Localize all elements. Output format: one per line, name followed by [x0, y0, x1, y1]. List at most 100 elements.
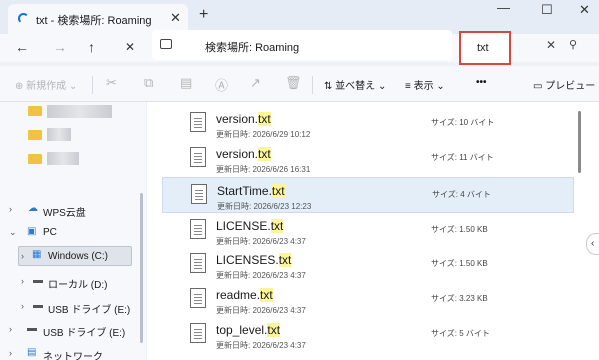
file-row[interactable]: top_level.txt 更新日時: 2026/6/23 4:37 サイズ: … [162, 317, 574, 353]
cloud-icon: ☁ [28, 203, 38, 214]
address-bar[interactable]: 検索場所: Roaming [152, 30, 452, 60]
file-size: サイズ: 1.50 KB [431, 259, 488, 268]
drive-icon: ▬ [33, 275, 43, 286]
sidebar-item-usb-e[interactable]: USB ドライブ (E:) [48, 301, 130, 316]
cut-icon[interactable]: ✂ [106, 75, 117, 91]
windows-drive-icon: ▦ [32, 249, 42, 260]
new-button-label: 新規作成 [26, 81, 67, 92]
tab-close-icon[interactable]: ✕ [170, 10, 181, 26]
sidebar-item-windows-c[interactable]: Windows (C:) [48, 251, 108, 262]
search-match-highlight: txt [278, 253, 292, 267]
minimize-button[interactable]: — [497, 0, 510, 15]
folder-icon [28, 130, 42, 140]
folder-icon [28, 154, 42, 164]
search-match-highlight: txt [271, 184, 285, 198]
file-modified-date: 更新日時: 2026/6/23 4:37 [216, 341, 306, 350]
sidebar-item-usb-e-root[interactable]: USB ドライブ (E:) [43, 324, 125, 339]
sidebar-item-local-d[interactable]: ローカル (D:) [48, 276, 107, 291]
rename-icon[interactable]: Ⓐ [215, 75, 228, 94]
expand-chevron-icon[interactable]: › [21, 276, 24, 286]
file-modified-date: 更新日時: 2026/6/23 12:23 [217, 202, 312, 211]
sort-button[interactable]: ⇅ 並べ替え ⌄ [324, 77, 386, 92]
address-text: 検索場所: Roaming [205, 42, 300, 54]
expand-chevron-icon[interactable]: › [9, 348, 12, 358]
copy-icon[interactable]: ⧉ [144, 75, 153, 91]
search-match-highlight: txt [258, 147, 271, 161]
text-file-icon [191, 184, 207, 204]
preview-button[interactable]: ▭ プレビュー [533, 77, 595, 92]
file-modified-date: 更新日時: 2026/6/23 4:37 [216, 306, 306, 315]
redacted-folder-name[interactable] [47, 152, 79, 165]
sidebar-item-network[interactable]: ネットワーク [43, 348, 103, 360]
maximize-button[interactable]: ☐ [541, 2, 553, 18]
redacted-folder-name[interactable] [47, 105, 112, 118]
redacted-folder-name[interactable] [47, 128, 71, 141]
file-size: サイズ: 5 バイト [431, 329, 490, 338]
tab-bar: txt - 検索場所: Roaming ✕ + — ☐ ✕ [0, 0, 599, 34]
text-file-icon [190, 253, 206, 273]
window-close-button[interactable]: ✕ [579, 2, 590, 18]
text-file-icon [190, 219, 206, 239]
file-size: サイズ: 10 バイト [431, 118, 495, 127]
file-row[interactable]: version.txt 更新日時: 2026/6/29 10:12 サイズ: 1… [162, 106, 574, 142]
forward-button[interactable]: → [53, 39, 67, 55]
text-file-icon [190, 112, 206, 132]
file-name: readme.txt [216, 288, 273, 302]
view-button[interactable]: ≡ 表示 ⌄ [405, 77, 445, 92]
search-match-highlight: txt [267, 323, 281, 337]
expand-chevron-icon[interactable]: › [21, 301, 24, 311]
nav-scrollbar[interactable] [140, 193, 143, 343]
paste-icon[interactable]: ▤ [180, 75, 192, 91]
file-size: サイズ: 11 バイト [431, 153, 494, 162]
file-row[interactable]: readme.txt 更新日時: 2026/6/23 4:37 サイズ: 3.2… [162, 282, 574, 318]
share-icon[interactable]: ↗ [250, 75, 261, 91]
file-list-scrollbar[interactable] [578, 111, 581, 173]
search-input-value: txt [477, 42, 489, 54]
file-name: version.txt [216, 112, 271, 126]
folder-icon [28, 106, 42, 116]
text-file-icon [190, 288, 206, 308]
search-match-highlight: txt [258, 112, 271, 126]
sidebar-item-pc[interactable]: PC [43, 227, 57, 238]
expand-chevron-icon[interactable]: › [9, 204, 12, 214]
back-button[interactable]: ← [15, 39, 29, 55]
file-name: top_level.txt [216, 323, 281, 337]
text-file-icon [190, 147, 206, 167]
search-match-highlight: txt [260, 288, 273, 302]
collapse-chevron-icon[interactable]: ⌄ [9, 227, 17, 238]
pc-icon [160, 39, 172, 49]
file-explorer-window: txt - 検索場所: Roaming ✕ + — ☐ ✕ ← → ↑ ✕ 検索… [0, 0, 599, 360]
tab-title: txt - 検索場所: Roaming [36, 15, 152, 27]
navigation-pane: › ☁ WPS云盘 ⌄ ▣ PC › ▦ Windows (C:) › ▬ ロー… [0, 102, 146, 360]
sort-button-label: 並べ替え [335, 81, 376, 92]
network-icon: ▤ [27, 347, 37, 358]
file-name: StartTime.txt [217, 184, 285, 198]
file-row[interactable]: LICENSES.txt 更新日時: 2026/6/23 4:37 サイズ: 1… [162, 247, 574, 283]
search-input[interactable]: txt [459, 31, 511, 65]
expand-chevron-icon[interactable]: › [9, 324, 12, 334]
expand-pane-chevron-icon[interactable]: ‹ [586, 233, 599, 255]
search-results-list: version.txt 更新日時: 2026/6/29 10:12 サイズ: 1… [147, 102, 599, 360]
more-options-button[interactable]: ••• [476, 77, 487, 88]
usb-drive-icon: ▬ [27, 323, 37, 334]
text-file-icon [190, 323, 206, 343]
file-row[interactable]: version.txt 更新日時: 2026/6/26 16:31 サイズ: 1… [162, 141, 574, 177]
file-size: サイズ: 1.50 KB [431, 225, 488, 234]
divider [92, 76, 93, 94]
expand-chevron-icon[interactable]: › [21, 251, 24, 261]
preview-button-label: プレビュー [545, 81, 596, 92]
command-bar: ⊕ 新規作成 ⌄ ✂ ⧉ ▤ Ⓐ ↗ 🗑 ⇅ 並べ替え ⌄ ≡ 表示 ⌄ •••… [0, 66, 599, 102]
file-row-selected[interactable]: StartTime.txt 更新日時: 2026/6/23 12:23 サイズ:… [162, 177, 574, 213]
search-icon[interactable]: ⚲ [569, 38, 577, 51]
stop-button[interactable]: ✕ [125, 40, 135, 54]
up-button[interactable]: ↑ [88, 39, 95, 55]
file-modified-date: 更新日時: 2026/6/23 4:37 [216, 271, 306, 280]
file-name: LICENSE.txt [216, 219, 284, 233]
new-button[interactable]: ⊕ 新規作成 ⌄ [15, 77, 77, 92]
sidebar-item-wps-cloud[interactable]: WPS云盘 [43, 204, 86, 219]
file-name: LICENSES.txt [216, 253, 292, 267]
search-clear-icon[interactable]: ✕ [546, 38, 556, 52]
delete-icon[interactable]: 🗑 [285, 75, 302, 91]
file-row[interactable]: LICENSE.txt 更新日時: 2026/6/23 4:37 サイズ: 1.… [162, 213, 574, 249]
new-tab-button[interactable]: + [199, 6, 208, 24]
